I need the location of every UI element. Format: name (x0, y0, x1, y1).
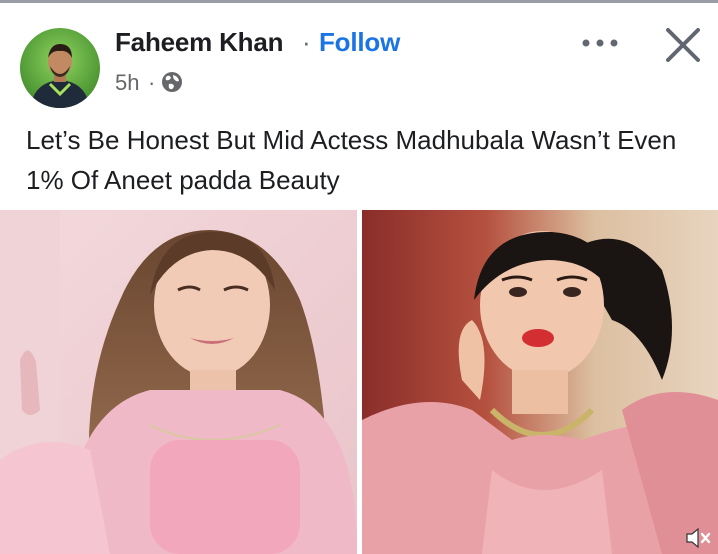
post-photo-right[interactable] (362, 210, 718, 554)
name-separator: · (302, 27, 311, 57)
more-options-icon[interactable] (578, 28, 622, 58)
post-photo-left[interactable] (0, 210, 357, 554)
time-separator: · (148, 70, 156, 95)
close-icon[interactable] (662, 24, 704, 66)
photo-left-image (0, 210, 357, 554)
top-divider (0, 0, 718, 3)
author-avatar[interactable] (20, 28, 100, 108)
photo-right-image (362, 210, 718, 554)
post-caption: Let’s Be Honest But Mid Actess Madhubala… (26, 125, 677, 195)
globe-icon[interactable] (161, 71, 183, 93)
post-time[interactable]: 5h (115, 70, 139, 96)
follow-button[interactable]: Follow (319, 27, 400, 58)
author-name[interactable]: Faheem Khan (115, 27, 283, 58)
avatar-image (20, 28, 100, 108)
mute-icon[interactable] (684, 526, 712, 550)
